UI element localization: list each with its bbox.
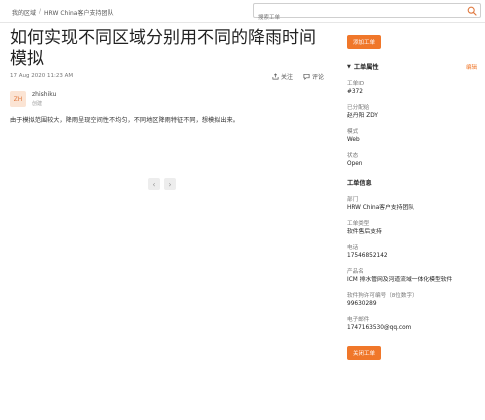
search-icon[interactable]	[467, 6, 477, 16]
properties-header: ▼ 工单属性 编辑	[347, 62, 477, 72]
field-value: 赵丹阳 ZDY	[347, 113, 378, 119]
field-label: 工单ID	[347, 81, 365, 87]
field-value: 1747163530@qq.com	[347, 325, 412, 331]
properties-title: 工单属性	[353, 64, 379, 71]
author-info: zhishiku 创建	[32, 91, 56, 107]
breadcrumb-item-my-area[interactable]: 我的区域	[12, 8, 36, 17]
add-ticket-button[interactable]: 添加工单	[347, 35, 382, 49]
field-ticket-type: 工单类型 软件售后支持	[347, 220, 477, 236]
page-title: 如何实现不同区域分别用不同的降雨时间模拟	[10, 28, 316, 69]
info-title: 工单信息	[347, 180, 372, 187]
ticket-date: 17 Aug 2020 11:23 AM	[10, 73, 74, 79]
breadcrumb-separator: /	[39, 8, 42, 15]
chevron-left-icon[interactable]: ‹	[148, 178, 160, 190]
field-label: 电子邮件	[347, 317, 370, 323]
author-name[interactable]: zhishiku	[32, 91, 56, 98]
properties-toggle[interactable]: ▼ 工单属性	[347, 62, 379, 72]
field-label: 状态	[347, 153, 359, 159]
field-value: Web	[347, 137, 360, 143]
field-value: 99630289	[347, 301, 377, 307]
close-ticket-button[interactable]: 关闭工单	[347, 346, 382, 360]
header-divider	[0, 22, 485, 23]
carousel-nav: ‹ ›	[148, 178, 176, 190]
ticket-actions: 关注 评论	[272, 72, 324, 81]
ticket-sidebar: 添加工单 ▼ 工单属性 编辑 工单ID #372 已分配给 赵丹阳 ZDY 模式…	[347, 29, 477, 360]
field-label: 部门	[347, 197, 359, 203]
field-status: 状态 Open	[347, 152, 477, 168]
field-label: 模式	[347, 129, 359, 135]
field-phone: 电话 17546852142	[347, 244, 477, 260]
field-label: 已分配给	[347, 105, 370, 111]
field-label: 软件狗许可编号（8位数字）	[347, 293, 418, 299]
breadcrumb: 我的区域 / HRW China客户支持团队	[12, 8, 113, 17]
field-license: 软件狗许可编号（8位数字） 99630289	[347, 292, 477, 308]
share-icon	[272, 73, 279, 80]
field-department: 部门 HRW China客户支持团队	[347, 196, 477, 212]
comment-icon	[303, 73, 310, 80]
edit-link[interactable]: 编辑	[466, 63, 477, 71]
follow-button[interactable]: 关注	[272, 72, 293, 81]
field-assignee: 已分配给 赵丹阳 ZDY	[347, 104, 477, 120]
comment-label: 评论	[311, 74, 324, 81]
author-role: 创建	[32, 101, 43, 107]
ticket-body: 由于模拟范围较大，降雨呈现空间性不均匀，不同地区降雨特征不同，想模拟出来。	[10, 117, 239, 124]
field-mode: 模式 Web	[347, 128, 477, 144]
chevron-right-icon[interactable]: ›	[164, 178, 176, 190]
author-row: ZH zhishiku 创建	[10, 91, 56, 107]
field-label: 电话	[347, 245, 359, 251]
field-value: 软件售后支持	[347, 229, 382, 235]
breadcrumb-item-team[interactable]: HRW China客户支持团队	[44, 8, 113, 17]
comment-button[interactable]: 评论	[303, 72, 324, 81]
field-label: 工单类型	[347, 221, 370, 227]
field-value: Open	[347, 161, 363, 167]
field-value: HRW China客户支持团队	[347, 205, 415, 211]
field-product: 产品名 ICM 排水管网及河道流域一体化模型软件	[347, 268, 477, 284]
avatar: ZH	[10, 91, 26, 107]
field-ticket-id: 工单ID #372	[347, 80, 477, 96]
field-value: ICM 排水管网及河道流域一体化模型软件	[347, 277, 453, 283]
field-value: 17546852142	[347, 253, 388, 259]
ticket-meta: 17 Aug 2020 11:23 AM 关注 评论	[10, 72, 324, 81]
search-box	[253, 3, 481, 25]
chevron-down-icon: ▼	[347, 63, 351, 70]
field-value: #372	[347, 89, 363, 95]
field-label: 产品名	[347, 269, 364, 275]
follow-label: 关注	[280, 74, 293, 81]
field-email: 电子邮件 1747163530@qq.com	[347, 316, 477, 332]
